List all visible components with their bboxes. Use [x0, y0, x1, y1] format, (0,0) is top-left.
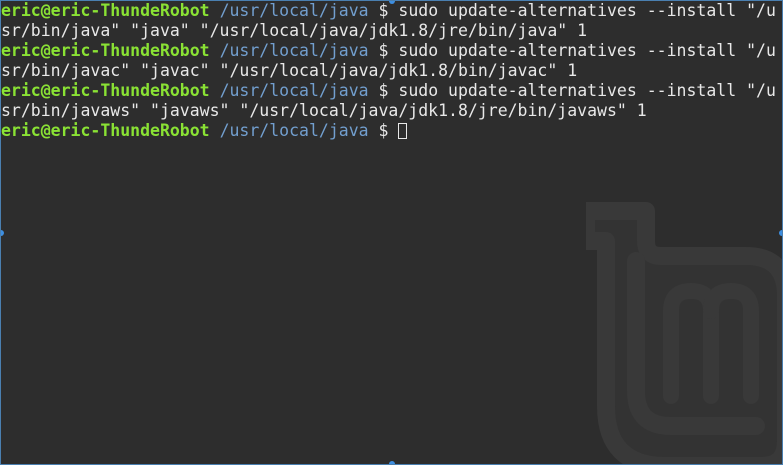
command-text: sudo update-alternatives --install "/u [398, 1, 776, 20]
prompt-cwd: /usr/local/java [219, 41, 369, 60]
prompt-user-host: eric@eric-ThundeRobot [1, 121, 210, 140]
output-text: sr/bin/javac" "javac" "/usr/local/java/j… [1, 61, 578, 80]
prompt-symbol: $ [378, 1, 389, 20]
prompt-line: eric@eric-ThundeRobot /usr/local/java $ … [1, 41, 782, 61]
prompt-cwd: /usr/local/java [219, 1, 369, 20]
resize-handle-bottom[interactable] [389, 461, 395, 464]
prompt-cwd: /usr/local/java [219, 81, 369, 100]
command-text: sudo update-alternatives --install "/u [398, 81, 776, 100]
output-line: sr/bin/javaws" "javaws" "/usr/local/java… [1, 101, 782, 121]
prompt-cwd: /usr/local/java [219, 121, 369, 140]
output-line: sr/bin/javac" "javac" "/usr/local/java/j… [1, 61, 782, 81]
prompt-user-host: eric@eric-ThundeRobot [1, 81, 210, 100]
prompt-user-host: eric@eric-ThundeRobot [1, 41, 210, 60]
output-line: sr/bin/java" "java" "/usr/local/java/jdk… [1, 21, 782, 41]
prompt-line: eric@eric-ThundeRobot /usr/local/java $ … [1, 81, 782, 101]
resize-handle-right[interactable] [779, 230, 782, 236]
linux-mint-logo-icon [586, 201, 782, 464]
prompt-line: eric@eric-ThundeRobot /usr/local/java $ … [1, 1, 782, 21]
resize-handle-left[interactable] [1, 230, 4, 236]
output-text: sr/bin/java" "java" "/usr/local/java/jdk… [1, 21, 588, 40]
terminal-output[interactable]: eric@eric-ThundeRobot /usr/local/java $ … [1, 1, 782, 141]
terminal-window[interactable]: eric@eric-ThundeRobot /usr/local/java $ … [0, 0, 783, 465]
prompt-symbol: $ [378, 81, 389, 100]
command-text: sudo update-alternatives --install "/u [398, 41, 776, 60]
prompt-line: eric@eric-ThundeRobot /usr/local/java $ [1, 121, 782, 141]
block-cursor [398, 123, 408, 139]
prompt-symbol: $ [378, 121, 389, 140]
output-text: sr/bin/javaws" "javaws" "/usr/local/java… [1, 101, 647, 120]
prompt-symbol: $ [378, 41, 389, 60]
prompt-user-host: eric@eric-ThundeRobot [1, 1, 210, 20]
